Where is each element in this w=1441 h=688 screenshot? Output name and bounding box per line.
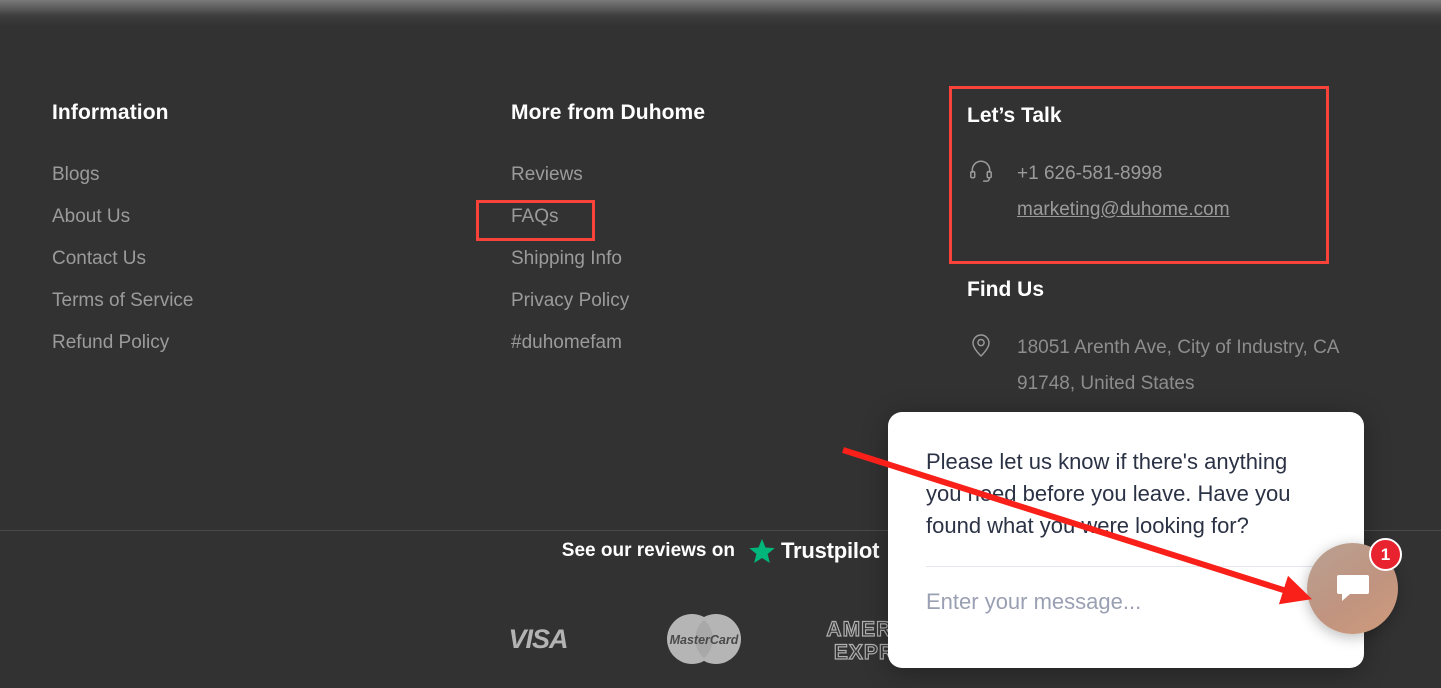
column-heading-more-from-duhome: More from Duhome [511, 101, 706, 124]
chat-panel: Please let us know if there's anything y… [888, 412, 1364, 668]
email-link[interactable]: marketing@duhome.com [1017, 192, 1230, 228]
sidebar-item-blogs[interactable]: Blogs [52, 165, 193, 184]
map-pin-icon [967, 330, 995, 358]
address-text: 18051 Arenth Ave, City of Industry, CA 9… [1017, 337, 1339, 394]
column-heading-information: Information [52, 101, 169, 124]
chat-panel-separator [926, 566, 1326, 567]
phone-number[interactable]: +1 626-581-8998 [1017, 156, 1230, 192]
sidebar-item-refund-policy[interactable]: Refund Policy [52, 333, 193, 352]
chat-message-input[interactable] [926, 589, 1326, 615]
footer-column-more-from-duhome: More from Duhome Reviews FAQs Shipping I… [511, 101, 705, 375]
link-list-information: Blogs About Us Contact Us Terms of Servi… [52, 165, 193, 352]
svg-text:VISA: VISA [508, 624, 567, 654]
contact-text-block: +1 626-581-8998 marketing@duhome.com [1017, 156, 1230, 228]
headset-icon [967, 156, 995, 184]
svg-text:MasterCard: MasterCard [669, 633, 738, 647]
chat-unread-badge: 1 [1369, 538, 1402, 571]
sidebar-item-contact-us[interactable]: Contact Us [52, 249, 193, 268]
chat-bubble-icon [1333, 567, 1373, 610]
sidebar-item-duhomefam[interactable]: #duhomefam [511, 333, 705, 352]
lets-talk-heading: Let’s Talk [967, 104, 1062, 127]
top-gradient-overlay [0, 0, 1441, 26]
chat-message-text: Please let us know if there's anything y… [926, 449, 1291, 538]
trustpilot-star-icon [747, 537, 777, 566]
find-us-block: Find Us 18051 Arenth Ave, City of Indust… [967, 278, 1387, 402]
sidebar-item-about-us[interactable]: About Us [52, 207, 193, 226]
sidebar-item-privacy-policy[interactable]: Privacy Policy [511, 291, 705, 310]
link-list-more-from-duhome: Reviews FAQs Shipping Info Privacy Polic… [511, 165, 705, 352]
sidebar-item-shipping-info[interactable]: Shipping Info [511, 249, 705, 268]
sidebar-item-reviews[interactable]: Reviews [511, 165, 705, 184]
trustpilot-prefix-text: See our reviews on [561, 540, 735, 561]
footer-page: Information Blogs About Us Contact Us Te… [0, 0, 1441, 688]
address-row: 18051 Arenth Ave, City of Industry, CA 9… [967, 330, 1387, 402]
find-us-heading: Find Us [967, 278, 1044, 301]
footer-column-contact: Let’s Talk +1 626-581-8998 marketing@duh… [967, 104, 1387, 402]
sidebar-item-terms-of-service[interactable]: Terms of Service [52, 291, 193, 310]
visa-logo: VISA [492, 622, 584, 656]
sidebar-item-faqs[interactable]: FAQs [511, 207, 705, 226]
trustpilot-brand-text: Trustpilot [780, 538, 880, 563]
mastercard-logo: MasterCard [662, 610, 746, 668]
contact-details-row: +1 626-581-8998 marketing@duhome.com [967, 156, 1387, 228]
footer-column-information: Information Blogs About Us Contact Us Te… [52, 101, 193, 375]
